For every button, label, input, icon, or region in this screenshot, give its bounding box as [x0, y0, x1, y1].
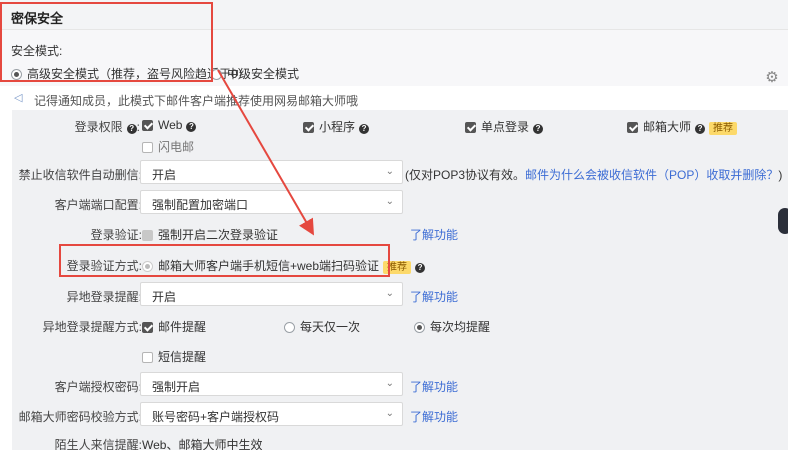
forbid-delete-link[interactable]: 邮件为什么会被收信软件（POP）收取并删除？ — [525, 168, 778, 182]
force-2fa-checkbox[interactable]: 强制开启二次登录验证 — [142, 226, 278, 243]
speaker-icon: ◁ — [14, 92, 23, 104]
forbid-delete-note: (仅对POP3协议有效。邮件为什么会被收信软件（POP）收取并删除？) — [405, 168, 783, 182]
perm-flashmail-checkbox[interactable]: 闪电邮 — [142, 138, 194, 155]
sms-alert-checkbox[interactable]: 短信提醒 — [142, 348, 206, 365]
notice-text: 记得通知成员，此模式下邮件客户端推荐使用网易邮箱大师哦 — [34, 94, 359, 108]
recommend-badge: 推荐 — [709, 122, 738, 135]
section-header: 密保安全 — [0, 0, 788, 30]
perm-mailmaster-checkbox[interactable]: 邮箱大师? 推荐 — [627, 118, 738, 135]
radio-unchecked-icon — [284, 322, 295, 333]
remote-method-label: 异地登录提醒方式: — [42, 320, 142, 334]
gear-icon[interactable]: ⚙ — [764, 70, 780, 86]
master-verify-label: 邮箱大师密码校验方式: — [18, 410, 142, 424]
login-verify-learn-link[interactable]: 了解功能 — [410, 226, 458, 243]
help-icon[interactable]: ? — [533, 124, 544, 134]
client-port-select[interactable]: 强制配置加密端口 ⌄ — [140, 190, 403, 214]
forbid-delete-select[interactable]: 开启 ⌄ — [140, 160, 403, 184]
help-icon[interactable]: ? — [695, 124, 706, 134]
verify-method-label: 登录验证方式: — [66, 259, 142, 273]
client-auth-select[interactable]: 强制开启 ⌄ — [140, 372, 403, 396]
perm-miniprogram-checkbox[interactable]: 小程序? — [303, 118, 370, 135]
chevron-down-icon: ⌄ — [385, 288, 394, 299]
chevron-down-icon: ⌄ — [385, 408, 394, 419]
login-verify-label: 登录验证: — [90, 228, 142, 242]
daily-once-radio[interactable]: 每天仅一次 — [284, 318, 360, 335]
master-verify-learn-link[interactable]: 了解功能 — [410, 408, 458, 425]
help-icon: ? — [126, 124, 137, 134]
verify-method-radio[interactable]: 邮箱大师客户端手机短信+web端扫码验证 推荐? — [142, 257, 426, 274]
checkbox-disabled-icon — [142, 230, 153, 241]
floating-assistant-icon[interactable] — [778, 208, 788, 234]
client-port-label: 客户端端口配置: — [54, 198, 142, 212]
every-time-radio[interactable]: 每次均提醒 — [414, 318, 490, 335]
help-icon[interactable]: ? — [186, 122, 197, 132]
checkbox-checked-icon — [142, 120, 153, 131]
stranger-alert-value: Web、邮箱大师中生效 — [142, 438, 263, 450]
help-icon[interactable]: ? — [415, 263, 426, 273]
remote-alert-label: 异地登录提醒: — [66, 290, 142, 304]
checkbox-checked-icon — [465, 122, 476, 133]
forbid-delete-label: 禁止收信软件自动删信: — [18, 168, 142, 182]
section-title: 密保安全 — [11, 11, 64, 26]
checkbox-checked-icon — [303, 122, 314, 133]
radio-checked-icon — [11, 69, 22, 80]
security-mode-section: 安全模式: 高级安全模式（推荐，盗号风险趋近于0） 中级安全模式 ⚙ — [0, 30, 788, 86]
radio-unchecked-icon — [211, 69, 222, 80]
master-verify-select[interactable]: 账号密码+客户端授权码 ⌄ — [140, 402, 403, 426]
radio-checked-icon — [414, 322, 425, 333]
checkbox-checked-icon — [142, 322, 153, 333]
security-mode-label: 安全模式: — [11, 44, 63, 58]
chevron-down-icon: ⌄ — [385, 196, 394, 207]
recommend-badge: 推荐 — [383, 261, 412, 274]
checkbox-checked-icon — [627, 122, 638, 133]
mail-alert-checkbox[interactable]: 邮件提醒 — [142, 318, 206, 335]
client-auth-learn-link[interactable]: 了解功能 — [410, 378, 458, 395]
stranger-alert-label: 陌生人来信提醒: — [54, 438, 142, 450]
medium-mode-radio[interactable]: 中级安全模式 — [211, 65, 299, 82]
radio-checked-icon — [142, 261, 153, 272]
client-auth-label: 客户端授权密码: — [54, 380, 142, 394]
remote-alert-select[interactable]: 开启 ⌄ — [140, 282, 403, 306]
notice-bar: ◁ 记得通知成员，此模式下邮件客户端推荐使用网易邮箱大师哦 — [12, 89, 788, 109]
checkbox-unchecked-icon — [142, 142, 153, 153]
help-icon[interactable]: ? — [359, 124, 370, 134]
checkbox-unchecked-icon — [142, 352, 153, 363]
login-perm-label: 登录权限?: — [74, 120, 140, 134]
remote-alert-learn-link[interactable]: 了解功能 — [410, 288, 458, 305]
settings-panel: 登录权限?: Web? 小程序? 单点登录? 邮箱大师? 推荐 闪电邮 禁止收信软… — [12, 110, 788, 450]
chevron-down-icon: ⌄ — [385, 166, 394, 177]
perm-sso-checkbox[interactable]: 单点登录? — [465, 118, 544, 135]
chevron-down-icon: ⌄ — [385, 378, 394, 389]
perm-web-checkbox[interactable]: Web? — [142, 118, 197, 132]
